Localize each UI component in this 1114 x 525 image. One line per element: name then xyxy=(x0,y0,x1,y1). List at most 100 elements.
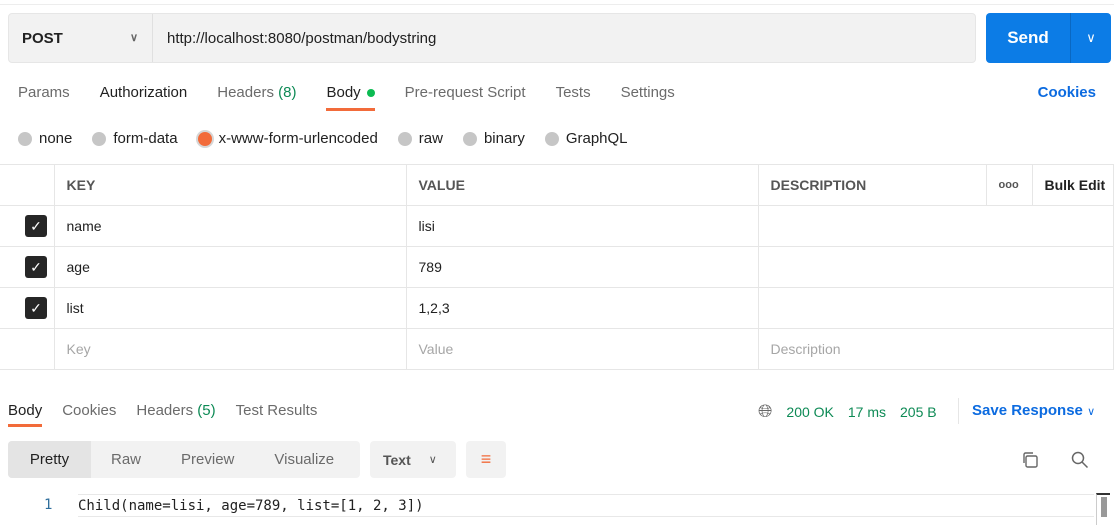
key-cell[interactable]: age xyxy=(53,246,407,288)
radio-label: binary xyxy=(483,130,525,147)
format-preview[interactable]: Preview xyxy=(161,441,254,478)
response-time[interactable]: 17 ms xyxy=(848,404,886,420)
table-row-empty: Key Value Description xyxy=(0,328,1114,370)
wrap-lines-icon[interactable]: ≡ xyxy=(466,441,506,478)
body-type-radios: none form-data x-www-form-urlencoded raw… xyxy=(18,130,648,147)
status-code[interactable]: 200 OK xyxy=(786,404,833,420)
tab-settings[interactable]: Settings xyxy=(621,84,675,111)
cookies-link[interactable]: Cookies xyxy=(1038,84,1096,101)
value-cell[interactable]: 1,2,3 xyxy=(405,287,759,329)
radio-icon xyxy=(462,131,477,146)
tab-authorization[interactable]: Authorization xyxy=(100,84,188,111)
table-row: ✓ name lisi xyxy=(0,205,1114,247)
tab-label: Body xyxy=(326,84,361,101)
key-cell[interactable]: name xyxy=(53,205,407,247)
description-cell[interactable] xyxy=(757,205,1114,247)
format-pretty[interactable]: Pretty xyxy=(8,441,91,478)
radio-form-data[interactable]: form-data xyxy=(92,130,178,147)
save-response-label: Save Response xyxy=(972,402,1083,419)
radio-x-www-form-urlencoded[interactable]: x-www-form-urlencoded xyxy=(197,130,378,147)
response-status: 🌐︎ 200 OK 17 ms 205 B xyxy=(758,401,951,422)
tab-body[interactable]: Body xyxy=(326,84,375,111)
value-input[interactable]: Value xyxy=(405,328,759,370)
row-checkbox[interactable]: ✓ xyxy=(0,246,55,288)
radio-label: x-www-form-urlencoded xyxy=(218,130,378,147)
description-header: DESCRIPTION xyxy=(757,164,987,206)
tab-label: Authorization xyxy=(99,84,188,101)
send-button[interactable]: Send ∨ xyxy=(986,13,1111,63)
radio-label: GraphQL xyxy=(565,130,628,147)
url-input[interactable]: http://localhost:8080/postman/bodystring xyxy=(153,14,436,62)
empty-checkbox-cell xyxy=(0,328,55,370)
radio-icon xyxy=(544,131,559,146)
format-raw[interactable]: Raw xyxy=(91,441,161,478)
radio-none[interactable]: none xyxy=(18,130,72,147)
value-cell[interactable]: lisi xyxy=(405,205,759,247)
key-cell[interactable]: list xyxy=(53,287,407,329)
radio-raw[interactable]: raw xyxy=(397,130,443,147)
row-checkbox[interactable]: ✓ xyxy=(0,205,55,247)
tab-label: Headers xyxy=(217,84,274,101)
active-dot-icon xyxy=(366,89,375,98)
radio-binary[interactable]: binary xyxy=(462,130,525,147)
value-header: VALUE xyxy=(405,164,759,206)
chevron-down-icon: ∨ xyxy=(1087,406,1096,418)
tab-label: Pre-request Script xyxy=(404,84,526,101)
divider xyxy=(0,4,1114,5)
key-header: KEY xyxy=(53,164,407,206)
check-icon: ✓ xyxy=(25,297,47,319)
chevron-down-icon[interactable]: ∨ xyxy=(1071,13,1111,63)
radio-label: none xyxy=(39,130,73,147)
tab-label: Settings xyxy=(620,84,675,101)
send-label[interactable]: Send xyxy=(986,13,1071,63)
response-size[interactable]: 205 B xyxy=(900,404,937,420)
headers-count: (5) xyxy=(197,402,216,419)
format-visualize[interactable]: Visualize xyxy=(254,441,354,478)
radio-graphql[interactable]: GraphQL xyxy=(544,130,628,147)
chevron-down-icon: ∨ xyxy=(129,32,138,44)
check-icon: ✓ xyxy=(25,215,47,237)
tab-params[interactable]: Params xyxy=(18,84,70,111)
tab-label: Params xyxy=(18,84,70,101)
response-code[interactable]: Child(name=lisi, age=789, list=[1, 2, 3]… xyxy=(78,494,1094,517)
line-number: 1 xyxy=(44,497,53,513)
description-input[interactable]: Description xyxy=(757,328,1114,370)
check-icon: ✓ xyxy=(25,256,47,278)
tab-tests[interactable]: Tests xyxy=(556,84,591,111)
radio-icon xyxy=(397,131,412,146)
tab-pre-request-script[interactable]: Pre-request Script xyxy=(405,84,526,111)
tab-response-cookies[interactable]: Cookies xyxy=(62,402,116,427)
table-header: KEY VALUE DESCRIPTION ooo Bulk Edit xyxy=(0,164,1114,206)
tab-label: Tests xyxy=(555,84,591,101)
tab-test-results[interactable]: Test Results xyxy=(236,402,318,427)
value-cell[interactable]: 789 xyxy=(405,246,759,288)
row-checkbox[interactable]: ✓ xyxy=(0,287,55,329)
more-options-icon[interactable]: ooo xyxy=(985,164,1033,206)
radio-icon xyxy=(92,131,107,146)
radio-label: raw xyxy=(418,130,443,147)
globe-icon[interactable]: 🌐︎ xyxy=(758,401,772,422)
tab-headers[interactable]: Headers (8) xyxy=(217,84,296,111)
format-tabs: Pretty Raw Preview Visualize xyxy=(8,441,360,478)
tab-response-headers[interactable]: Headers (5) xyxy=(136,402,215,427)
method-select[interactable]: POST ∨ xyxy=(9,14,153,62)
bulk-edit-button[interactable]: Bulk Edit xyxy=(1031,164,1114,206)
radio-selected-icon xyxy=(197,131,212,146)
type-select[interactable]: Text ∨ xyxy=(370,441,456,478)
description-cell[interactable] xyxy=(757,246,1114,288)
copy-icon[interactable] xyxy=(1020,450,1040,470)
radio-icon xyxy=(18,131,32,146)
description-cell[interactable] xyxy=(757,287,1114,329)
search-icon[interactable] xyxy=(1070,450,1090,470)
save-response-button[interactable]: Save Response ∨ xyxy=(972,402,1095,419)
params-table: KEY VALUE DESCRIPTION ooo Bulk Edit ✓ na… xyxy=(0,164,1114,370)
table-row: ✓ list 1,2,3 xyxy=(0,287,1114,329)
request-bar: POST ∨ http://localhost:8080/postman/body… xyxy=(8,13,976,63)
type-label: Text xyxy=(383,451,411,468)
scrollbar[interactable] xyxy=(1096,493,1110,525)
scrollbar-thumb[interactable] xyxy=(1100,497,1107,517)
key-input[interactable]: Key xyxy=(53,328,407,370)
divider xyxy=(958,398,959,424)
tab-response-body[interactable]: Body xyxy=(8,402,43,427)
checkbox-column xyxy=(0,164,55,206)
